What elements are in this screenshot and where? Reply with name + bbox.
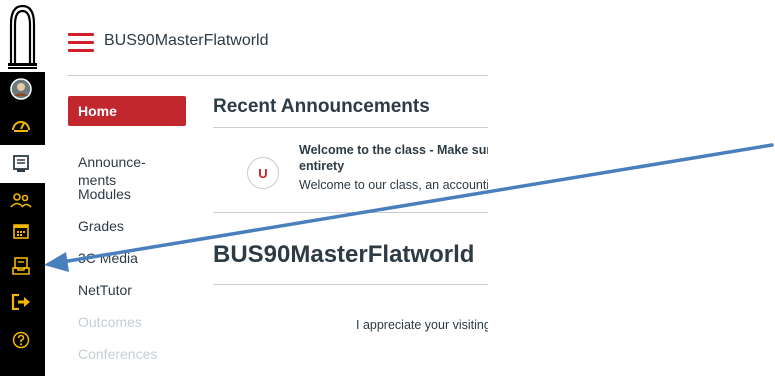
annotation-arrow-icon bbox=[44, 143, 774, 272]
